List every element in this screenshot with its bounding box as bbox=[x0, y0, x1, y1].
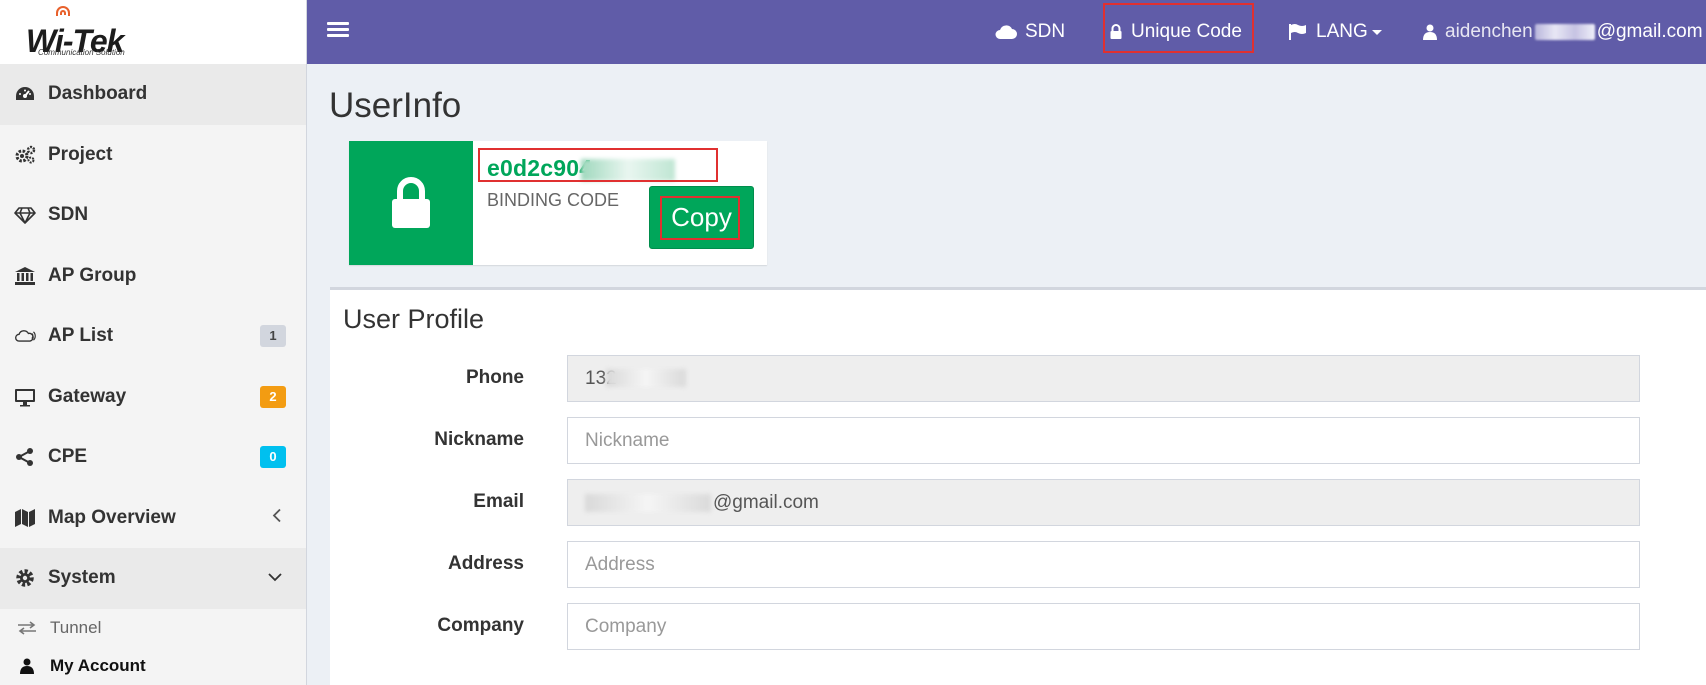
sidebar-item-label: Gateway bbox=[48, 385, 127, 407]
redacted-email bbox=[585, 493, 711, 512]
nav-lang-dropdown[interactable]: LANG bbox=[1288, 0, 1382, 64]
address-label: Address bbox=[447, 553, 524, 574]
bank-icon bbox=[14, 265, 36, 287]
sidebar-item-label: System bbox=[48, 567, 116, 589]
top-navbar: SDN Unique Code LANG aidenchen @gmail.co… bbox=[307, 0, 1706, 64]
sidebar-item-label: AP List bbox=[48, 325, 114, 347]
diamond-icon bbox=[14, 204, 36, 226]
cloud-icon bbox=[995, 25, 1017, 39]
binding-code-value: e0d2c904 bbox=[487, 155, 593, 181]
user-icon bbox=[1423, 24, 1437, 40]
caret-down-icon bbox=[1371, 29, 1382, 35]
chevron-left-icon bbox=[272, 508, 282, 527]
sidebar-item-sdn[interactable]: SDN bbox=[0, 185, 306, 246]
chevron-down-icon bbox=[268, 569, 282, 587]
company-field[interactable] bbox=[567, 603, 1640, 650]
cloud-wifi-icon bbox=[14, 325, 36, 347]
page-title: UserInfo bbox=[329, 86, 462, 125]
sidebar-item-ap-group[interactable]: AP Group bbox=[0, 246, 306, 307]
nav-user-email-suffix: @gmail.com bbox=[1596, 21, 1703, 42]
exchange-icon bbox=[16, 620, 38, 635]
nickname-row: Nickname bbox=[330, 417, 1706, 464]
copy-button-label: Copy bbox=[671, 202, 732, 232]
address-row: Address bbox=[330, 541, 1706, 588]
redacted-phone bbox=[606, 369, 686, 387]
nickname-label: Nickname bbox=[434, 429, 524, 450]
sidebar-menu: Dashboard Project SDN AP Group AP List 1… bbox=[0, 64, 306, 609]
company-label: Company bbox=[437, 615, 524, 636]
sidebar-subitem-label: Tunnel bbox=[50, 617, 102, 637]
phone-field[interactable] bbox=[567, 355, 1640, 402]
sidebar-item-label: CPE bbox=[48, 446, 88, 468]
sidebar-item-ap-list[interactable]: AP List 1 bbox=[0, 306, 306, 367]
share-icon bbox=[14, 446, 36, 468]
sidebar-item-gateway[interactable]: Gateway 2 bbox=[0, 367, 306, 428]
sidebar: Wi-Tek Communication Solution Dashboard … bbox=[0, 0, 307, 685]
redacted-code bbox=[581, 159, 675, 181]
brand-logo[interactable]: Wi-Tek Communication Solution bbox=[0, 0, 306, 64]
logo-subtitle: Communication Solution bbox=[38, 48, 125, 57]
address-field[interactable] bbox=[567, 541, 1640, 588]
sidebar-item-dashboard[interactable]: Dashboard bbox=[0, 64, 306, 125]
system-submenu: Tunnel My Account bbox=[0, 608, 306, 685]
nav-unique-code-label: Unique Code bbox=[1131, 21, 1242, 42]
sidebar-subitem-label: My Account bbox=[50, 655, 146, 675]
binding-code-box: e0d2c904 BINDING CODE Copy bbox=[349, 141, 767, 265]
nav-sdn-label: SDN bbox=[1025, 21, 1066, 42]
sidebar-item-label: Project bbox=[48, 143, 113, 165]
map-icon bbox=[14, 507, 36, 529]
company-row: Company bbox=[330, 603, 1706, 650]
gears-icon bbox=[14, 144, 36, 166]
phone-label: Phone bbox=[465, 367, 524, 388]
gear-icon bbox=[14, 567, 36, 589]
email-row: Email @gmail.com bbox=[330, 479, 1706, 526]
phone-row: Phone bbox=[330, 355, 1706, 402]
email-label: Email bbox=[473, 491, 524, 512]
nav-user-email-prefix: aidenchen bbox=[1445, 21, 1533, 42]
lock-icon bbox=[349, 141, 473, 265]
user-profile-panel: User Profile Phone Nickname Email @gmail… bbox=[330, 287, 1706, 685]
ap-list-count-badge: 1 bbox=[260, 325, 286, 348]
nav-sdn-link[interactable]: SDN bbox=[995, 0, 1065, 64]
gateway-count-badge: 2 bbox=[260, 385, 286, 408]
main-content: UserInfo e0d2c904 BINDING CODE Copy User… bbox=[307, 64, 1706, 685]
profile-title: User Profile bbox=[343, 304, 485, 334]
sidebar-subitem-tunnel[interactable]: Tunnel bbox=[0, 609, 306, 647]
sidebar-item-label: AP Group bbox=[48, 264, 137, 286]
user-icon bbox=[16, 658, 38, 674]
monitor-icon bbox=[14, 386, 36, 408]
sidebar-item-map-overview[interactable]: Map Overview bbox=[0, 488, 306, 549]
sidebar-item-label: SDN bbox=[48, 204, 89, 226]
nav-unique-code-link[interactable]: Unique Code bbox=[1109, 0, 1242, 64]
sidebar-item-system[interactable]: System bbox=[0, 548, 306, 609]
nickname-field[interactable] bbox=[567, 417, 1640, 464]
copy-button[interactable]: Copy bbox=[649, 186, 754, 249]
flag-icon bbox=[1289, 24, 1306, 40]
email-value: @gmail.com bbox=[713, 491, 819, 513]
lock-icon bbox=[1110, 24, 1122, 39]
nav-lang-label: LANG bbox=[1316, 21, 1368, 42]
binding-code-label: BINDING CODE bbox=[487, 190, 620, 210]
sidebar-toggle-button[interactable] bbox=[327, 18, 349, 46]
sidebar-item-cpe[interactable]: CPE 0 bbox=[0, 427, 306, 488]
sidebar-item-project[interactable]: Project bbox=[0, 125, 306, 186]
sidebar-item-label: Dashboard bbox=[48, 83, 148, 105]
dashboard-icon bbox=[14, 83, 36, 105]
sidebar-subitem-my-account[interactable]: My Account bbox=[0, 647, 306, 685]
sidebar-item-label: Map Overview bbox=[48, 506, 176, 528]
cpe-count-badge: 0 bbox=[260, 446, 286, 469]
email-field[interactable]: @gmail.com bbox=[567, 479, 1640, 526]
redacted-email bbox=[1534, 24, 1595, 40]
nav-user-dropdown[interactable]: aidenchen @gmail.com bbox=[1423, 0, 1706, 64]
